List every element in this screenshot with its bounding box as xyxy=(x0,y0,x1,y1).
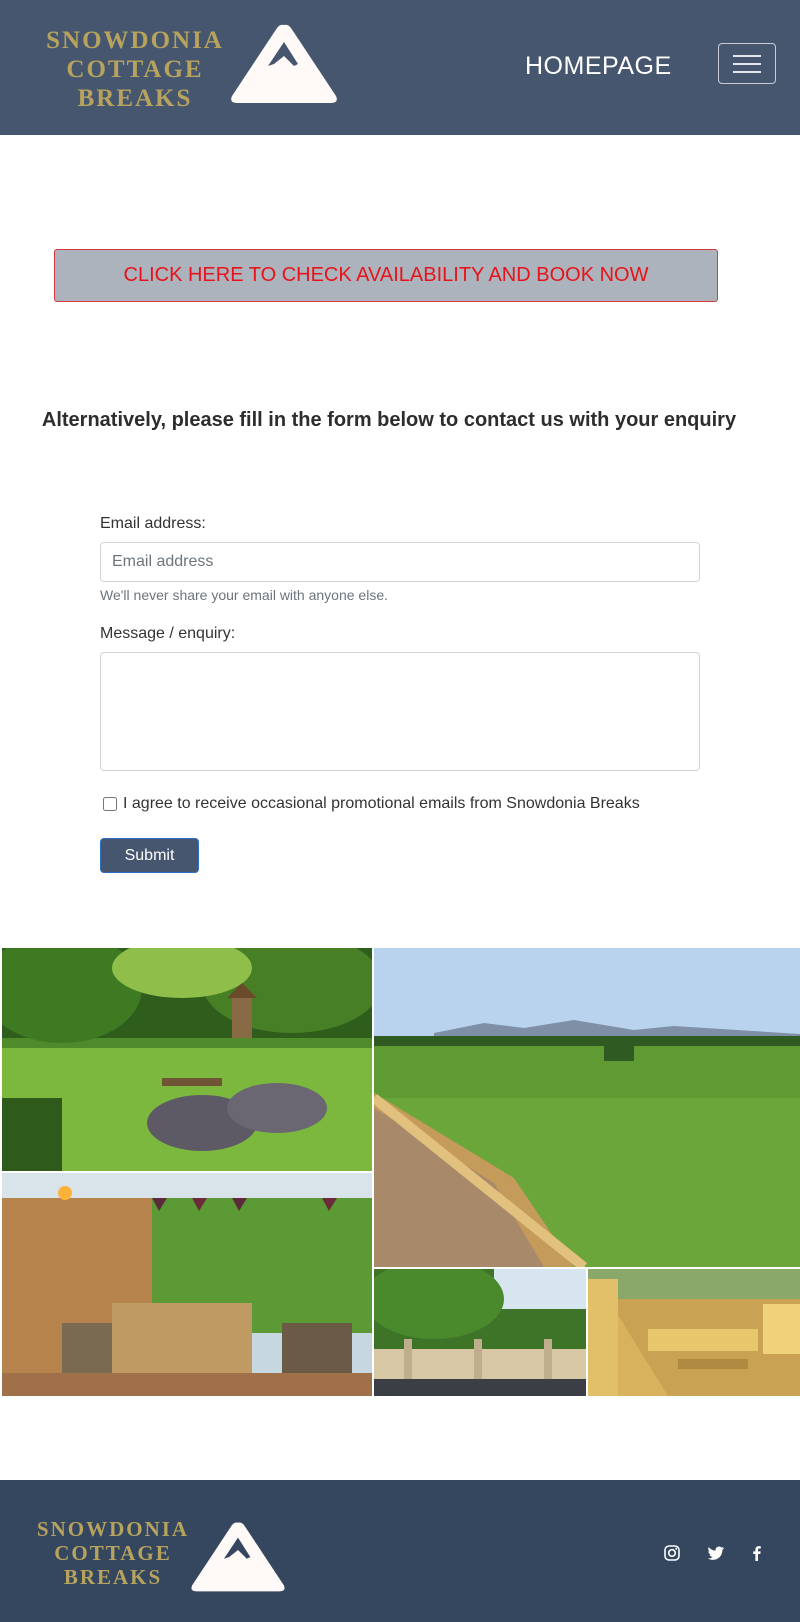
footer-mountain-logo-icon[interactable] xyxy=(186,1520,290,1594)
field-tractor-photo[interactable] xyxy=(374,948,800,1267)
message-textarea[interactable] xyxy=(100,652,700,771)
email-input[interactable] xyxy=(100,542,700,582)
twitter-icon[interactable] xyxy=(707,1544,725,1562)
brand-line-2: COTTAGE xyxy=(66,56,204,83)
footer-brand-line-1: SNOWDONIA xyxy=(36,1517,190,1541)
navbar-toggle-button[interactable] xyxy=(718,43,776,84)
hamburger-icon xyxy=(733,54,761,57)
footer-brand-line-3: BREAKS xyxy=(63,1565,163,1589)
garden-photo[interactable] xyxy=(2,948,372,1171)
brand-line-3: BREAKS xyxy=(77,85,193,112)
consent-checkbox[interactable] xyxy=(103,797,117,811)
submit-button[interactable]: Submit xyxy=(100,838,199,873)
email-help-text: We'll never share your email with anyone… xyxy=(100,587,388,603)
nav-homepage-link[interactable]: HOMEPAGE xyxy=(525,52,672,81)
brand-logo-text[interactable]: SNOWDONIA COTTAGE BREAKS xyxy=(30,26,240,113)
consent-label[interactable]: I agree to receive occasional promotiona… xyxy=(123,795,640,813)
patio-photo[interactable] xyxy=(2,1173,372,1396)
email-label: Email address: xyxy=(100,515,206,532)
footer-brand-text[interactable]: SNOWDONIA COTTAGE BREAKS xyxy=(28,1517,198,1589)
site-footer: SNOWDONIA COTTAGE BREAKS xyxy=(0,1480,800,1622)
footer-brand-line-2: COTTAGE xyxy=(54,1541,172,1565)
message-label: Message / enquiry: xyxy=(100,625,236,642)
brand-line-1: SNOWDONIA xyxy=(46,27,224,54)
book-now-button[interactable]: CLICK HERE TO CHECK AVAILABILITY AND BOO… xyxy=(54,249,718,302)
enquiry-heading: Alternatively, please fill in the form b… xyxy=(41,409,737,431)
facebook-icon[interactable] xyxy=(748,1544,766,1562)
deck-photo[interactable] xyxy=(588,1269,800,1396)
site-header: SNOWDONIA COTTAGE BREAKS HOMEPAGE xyxy=(0,0,800,135)
mountain-logo-icon[interactable] xyxy=(228,22,340,106)
instagram-icon[interactable] xyxy=(663,1544,681,1562)
balcony-view-photo[interactable] xyxy=(374,1269,586,1396)
photo-gallery xyxy=(0,948,800,1396)
